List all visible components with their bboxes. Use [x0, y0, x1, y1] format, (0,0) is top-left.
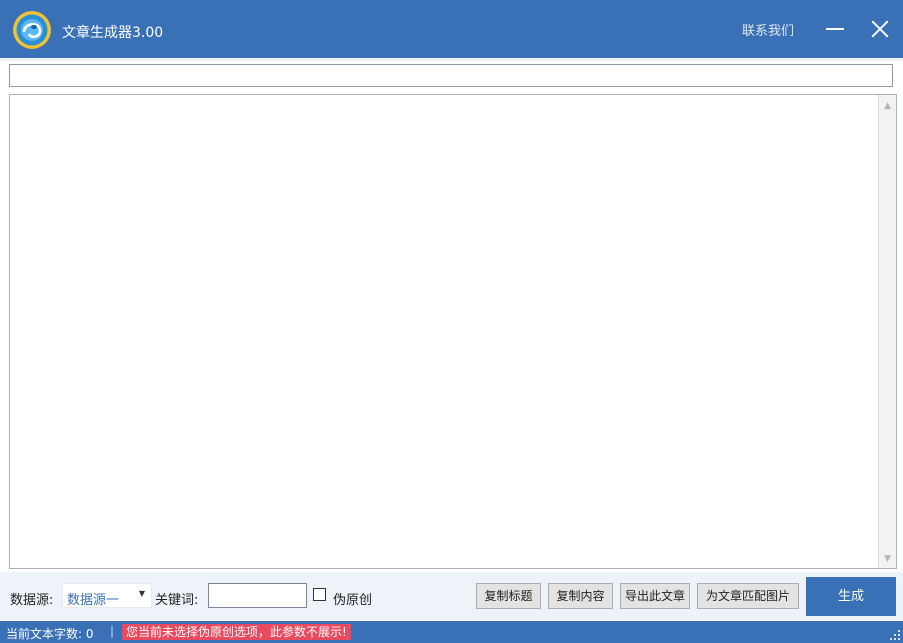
- warning-message: 您当前未选择伪原创选项，此参数不展示!: [122, 624, 351, 640]
- app-title: 文章生成器3.00: [62, 25, 164, 41]
- char-count-text: 当前文本字数: 0: [6, 627, 94, 641]
- pseudo-original-label[interactable]: 伪原创: [333, 589, 372, 608]
- data-source-label: 数据源:: [10, 593, 54, 608]
- copy-title-button[interactable]: 复制标题: [476, 583, 541, 609]
- contact-us-link[interactable]: 联系我们: [742, 20, 794, 39]
- controls-bar: 数据源: 数据源一 ▼ 关键词: 伪原创 复制标题 复制内容 导出此文章 为文章…: [0, 572, 903, 620]
- dropdown-arrow-icon: ▼: [138, 589, 145, 598]
- app-logo-icon: [13, 11, 51, 49]
- vertical-scrollbar[interactable]: ▲ ▼: [878, 95, 896, 568]
- article-title-input[interactable]: [9, 64, 893, 87]
- article-content-textarea[interactable]: ▲ ▼: [9, 94, 897, 569]
- keyword-input[interactable]: [208, 583, 307, 608]
- minimize-icon[interactable]: [822, 14, 848, 44]
- keyword-label: 关键词:: [155, 593, 199, 608]
- data-source-selected: 数据源一: [67, 593, 120, 608]
- pseudo-original-checkbox[interactable]: [313, 588, 326, 601]
- scroll-up-arrow-icon[interactable]: ▲: [884, 101, 891, 111]
- status-separator: |: [110, 624, 115, 638]
- header-divider: [0, 58, 903, 61]
- export-article-button[interactable]: 导出此文章: [620, 583, 690, 609]
- resize-grip-icon[interactable]: [889, 629, 901, 641]
- title-bar: 文章生成器3.00 联系我们: [0, 0, 903, 58]
- data-source-dropdown[interactable]: 数据源一 ▼: [62, 583, 152, 608]
- close-icon[interactable]: [866, 14, 892, 44]
- generate-button[interactable]: 生成: [806, 577, 896, 616]
- match-images-button[interactable]: 为文章匹配图片: [697, 583, 799, 609]
- copy-content-button[interactable]: 复制内容: [548, 583, 613, 609]
- status-bar: 当前文本字数: 0 | 您当前未选择伪原创选项，此参数不展示!: [0, 621, 903, 643]
- scroll-down-arrow-icon[interactable]: ▼: [884, 554, 891, 564]
